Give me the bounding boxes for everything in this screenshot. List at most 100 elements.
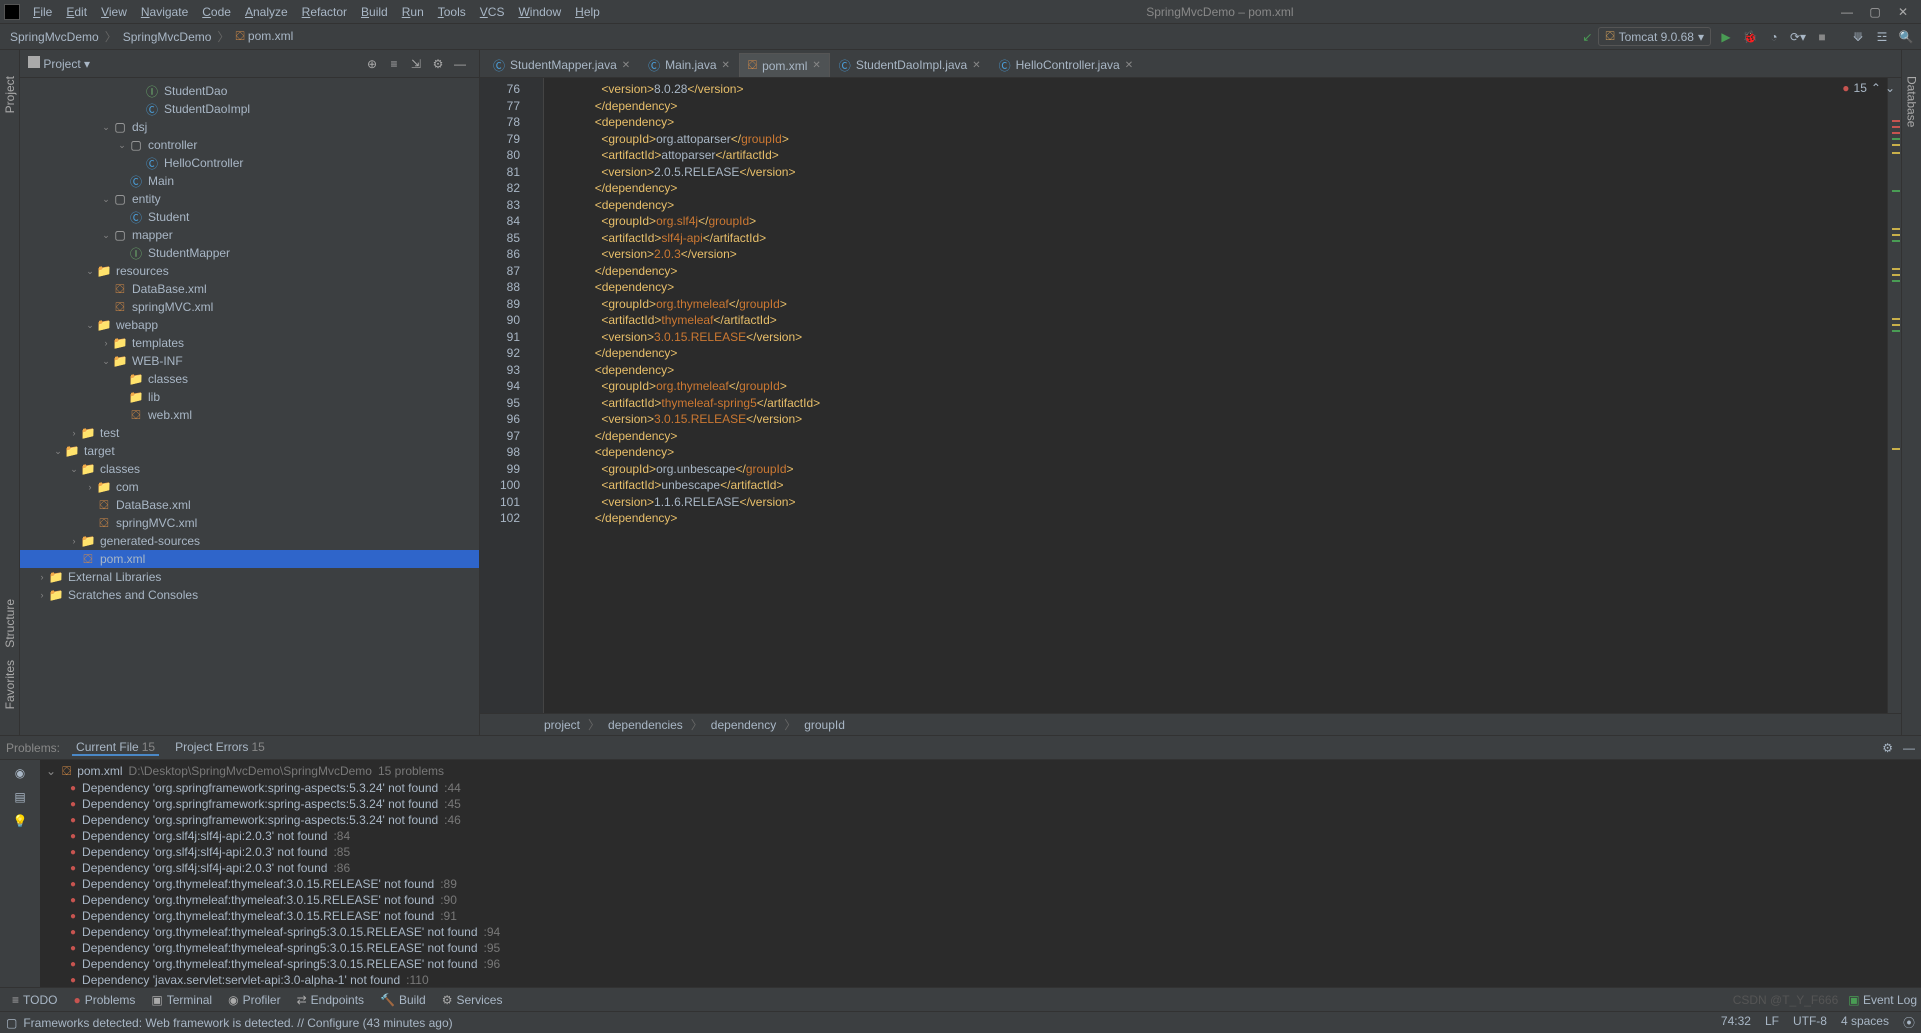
xml-crumb[interactable]: dependencies	[604, 718, 687, 732]
problem-item[interactable]: ●Dependency 'org.thymeleaf:thymeleaf-spr…	[40, 956, 1921, 972]
tree-node[interactable]: ⛋pom.xml	[20, 550, 479, 568]
debug-button[interactable]: 🐞	[1741, 30, 1759, 44]
tree-node[interactable]: ›📁Scratches and Consoles	[20, 586, 479, 604]
menu-run[interactable]: Run	[395, 5, 431, 19]
stop-button[interactable]: ■	[1813, 30, 1831, 44]
status-message[interactable]: Frameworks detected: Web framework is de…	[23, 1016, 452, 1030]
problem-item[interactable]: ●Dependency 'org.slf4j:slf4j-api:2.0.3' …	[40, 860, 1921, 876]
problem-item[interactable]: ●Dependency 'javax.servlet:servlet-api:3…	[40, 972, 1921, 987]
problem-item[interactable]: ●Dependency 'org.thymeleaf:thymeleaf:3.0…	[40, 908, 1921, 924]
bulb-icon[interactable]: 💡	[13, 814, 28, 828]
close-tab-icon[interactable]: ✕	[722, 60, 730, 71]
menu-file[interactable]: File	[26, 5, 59, 19]
status-item[interactable]: 74:32	[1721, 1014, 1751, 1031]
tree-node[interactable]: ⛋web.xml	[20, 406, 479, 424]
tree-node[interactable]: ›📁templates	[20, 334, 479, 352]
tree-node[interactable]: ⌄📁webapp	[20, 316, 479, 334]
breadcrumb-item[interactable]: SpringMvcDemo	[6, 30, 103, 44]
editor-tab[interactable]: ⒸStudentDaoImpl.java✕	[830, 53, 990, 77]
menu-vcs[interactable]: VCS	[473, 5, 512, 19]
tree-node[interactable]: ⛋DataBase.xml	[20, 280, 479, 298]
bottom-tab-problems[interactable]: ●Problems	[65, 993, 143, 1007]
tree-node[interactable]: ⌄📁resources	[20, 262, 479, 280]
status-item[interactable]: LF	[1765, 1014, 1779, 1031]
menu-navigate[interactable]: Navigate	[134, 5, 195, 19]
bottom-tab-build[interactable]: 🔨Build	[372, 993, 434, 1007]
menu-refactor[interactable]: Refactor	[295, 5, 354, 19]
problems-hide-icon[interactable]: —	[1903, 741, 1915, 755]
tree-node[interactable]: ›📁External Libraries	[20, 568, 479, 586]
tree-node[interactable]: ⒸStudent	[20, 208, 479, 226]
editor-tab[interactable]: ⒸStudentMapper.java✕	[484, 53, 639, 77]
status-tool-icon[interactable]: ▢	[6, 1016, 17, 1030]
menu-help[interactable]: Help	[568, 5, 607, 19]
filter-icon[interactable]: ▤	[14, 790, 25, 804]
fold-gutter[interactable]	[530, 78, 544, 713]
tree-node[interactable]: ⒸMain	[20, 172, 479, 190]
bottom-tab-profiler[interactable]: ◉Profiler	[220, 993, 289, 1007]
breadcrumb-item[interactable]: ⛋ pom.xml	[231, 29, 297, 44]
tree-node[interactable]: ⌄▢dsj	[20, 118, 479, 136]
coverage-button[interactable]: ◔	[1765, 30, 1783, 44]
vcs-update-icon[interactable]: ⟱	[1849, 30, 1867, 44]
error-stripe[interactable]: ●15⌃⌄	[1887, 78, 1901, 713]
project-tool-button[interactable]: Project	[3, 70, 17, 119]
profile-button[interactable]: ⟳▾	[1789, 30, 1807, 44]
tree-node[interactable]: 📁lib	[20, 388, 479, 406]
tree-node[interactable]: 📁classes	[20, 370, 479, 388]
xml-crumb[interactable]: dependency	[707, 718, 780, 732]
tree-node[interactable]: ⌄▢entity	[20, 190, 479, 208]
problems-file-header[interactable]: ⌄⛋pom.xmlD:\Desktop\SpringMvcDemo\Spring…	[40, 762, 1921, 780]
menu-view[interactable]: View	[94, 5, 134, 19]
menu-edit[interactable]: Edit	[59, 5, 94, 19]
tree-node[interactable]: ⒾStudentMapper	[20, 244, 479, 262]
editor-tab[interactable]: ⒸMain.java✕	[639, 53, 739, 77]
collapse-all-icon[interactable]: ⇲	[405, 57, 427, 71]
editor-tab[interactable]: ⛋pom.xml✕	[739, 53, 830, 77]
breadcrumb-item[interactable]: SpringMvcDemo	[119, 30, 216, 44]
status-item[interactable]: ⦿	[1903, 1014, 1915, 1031]
tree-node[interactable]: ⛋DataBase.xml	[20, 496, 479, 514]
tree-node[interactable]: ⛋springMVC.xml	[20, 514, 479, 532]
locate-icon[interactable]: ⊕	[361, 57, 383, 71]
bottom-tab-todo[interactable]: ≡TODO	[4, 993, 65, 1007]
problems-tab[interactable]: Project Errors15	[171, 740, 269, 756]
tree-node[interactable]: ⌄📁WEB-INF	[20, 352, 479, 370]
database-tool-button[interactable]: Database	[1905, 70, 1919, 133]
tree-node[interactable]: ›📁test	[20, 424, 479, 442]
status-item[interactable]: 4 spaces	[1841, 1014, 1889, 1031]
editor-tab[interactable]: ⒸHelloController.java✕	[990, 53, 1142, 77]
view-mode-icon[interactable]: ◉	[15, 766, 25, 780]
event-log-button[interactable]: ▣ Event Log	[1848, 993, 1917, 1007]
menu-build[interactable]: Build	[354, 5, 395, 19]
tree-node[interactable]: ›📁generated-sources	[20, 532, 479, 550]
tree-node[interactable]: ›📁com	[20, 478, 479, 496]
problem-item[interactable]: ●Dependency 'org.thymeleaf:thymeleaf-spr…	[40, 924, 1921, 940]
problem-item[interactable]: ●Dependency 'org.springframework:spring-…	[40, 796, 1921, 812]
build-icon[interactable]: ↙	[1582, 30, 1592, 44]
close-tab-icon[interactable]: ✕	[1125, 60, 1133, 71]
line-gutter[interactable]: 7677787980818283848586878889909192939495…	[480, 78, 530, 713]
close-button[interactable]: ✕	[1889, 5, 1917, 19]
code-editor[interactable]: <version>8.0.28</version> </dependency> …	[544, 78, 1887, 713]
tree-node[interactable]: ⒸHelloController	[20, 154, 479, 172]
tree-node[interactable]: ⌄📁classes	[20, 460, 479, 478]
favorites-tool-button[interactable]: Favorites	[3, 654, 17, 715]
project-tree[interactable]: ⒾStudentDaoⒸStudentDaoImpl⌄▢dsj⌄▢control…	[20, 78, 479, 735]
problem-item[interactable]: ●Dependency 'org.thymeleaf:thymeleaf:3.0…	[40, 892, 1921, 908]
close-tab-icon[interactable]: ✕	[622, 60, 630, 71]
tree-node[interactable]: ⌄📁target	[20, 442, 479, 460]
hide-icon[interactable]: —	[449, 57, 471, 71]
bottom-tab-endpoints[interactable]: ⇄Endpoints	[289, 993, 372, 1007]
problem-item[interactable]: ●Dependency 'org.thymeleaf:thymeleaf-spr…	[40, 940, 1921, 956]
inspection-summary[interactable]: ●15⌃⌄	[1842, 81, 1895, 95]
project-view-dropdown[interactable]: Project ▾	[28, 56, 90, 71]
problem-item[interactable]: ●Dependency 'org.springframework:spring-…	[40, 812, 1921, 828]
expand-all-icon[interactable]: ≡	[383, 57, 405, 71]
run-button[interactable]: ▶	[1717, 30, 1735, 44]
bottom-tab-services[interactable]: ⚙Services	[434, 993, 511, 1007]
close-tab-icon[interactable]: ✕	[812, 60, 820, 71]
tree-node[interactable]: ⛋springMVC.xml	[20, 298, 479, 316]
xml-crumb[interactable]: groupId	[800, 718, 849, 732]
problem-item[interactable]: ●Dependency 'org.springframework:spring-…	[40, 780, 1921, 796]
